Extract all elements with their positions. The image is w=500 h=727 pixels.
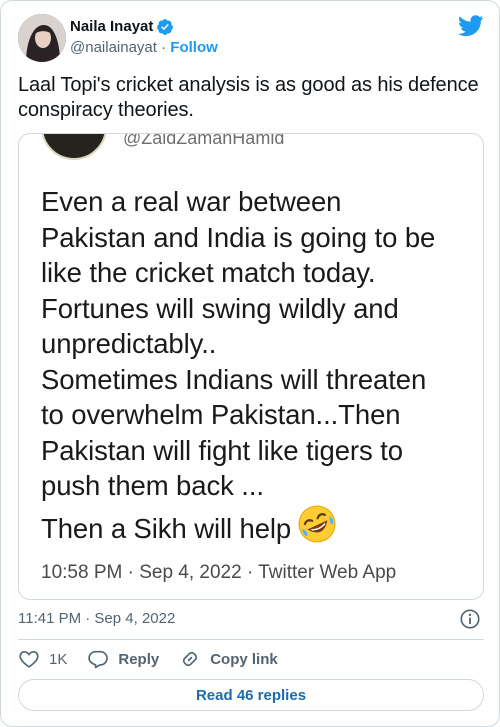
copy-link-label: Copy link [210,650,278,668]
author-name-text[interactable]: Naila Inayat [70,17,153,37]
tweet-card: Naila Inayat @nailainayat · Follow Laal … [0,0,500,727]
embedded-line: unpredictably.. [41,328,217,359]
embedded-line: Then a Sikh will help [41,512,292,544]
read-replies-button[interactable]: Read 46 replies [18,679,484,711]
follow-button[interactable]: Follow [170,39,218,56]
embedded-meta: 10:58 PM · Sep 4, 2022 · Twitter Web App [41,562,397,583]
tweet-header: Naila Inayat @nailainayat · Follow [18,13,484,63]
author-names: Naila Inayat @nailainayat · Follow [70,17,218,58]
like-button[interactable]: 1K [18,648,67,670]
divider [18,639,484,640]
tweet-timestamp[interactable]: 11:41 PM · Sep 4, 2022 [18,609,175,629]
action-bar: 1K Reply Copy link [18,648,298,670]
link-icon [183,651,198,667]
embedded-line: Fortunes will swing wildly and [41,292,399,324]
like-count: 1K [49,650,68,668]
author-display-name[interactable]: Naila Inayat [70,17,174,37]
rolling-laughing-emoji-icon [298,505,336,542]
embedded-tweet-text: Even a real war between Pakistan and Ind… [41,184,481,546]
author-avatar[interactable] [18,14,66,62]
tweet-image[interactable]: @ZaidZamanHamid Even a real war between … [18,133,484,600]
embedded-line: Pakistan will fight like tigers to [41,434,403,466]
read-replies-label: Read 46 replies [195,686,307,704]
tweet-text: Laal Topi's cricket analysis is as good … [18,74,479,121]
embedded-line: Even a real war between [41,186,342,217]
verified-badge-icon [157,19,174,35]
embedded-line: Pakistan and India is going to be [41,221,436,253]
embedded-line: push them back ... [41,470,264,501]
author-handle-row: @nailainayat · Follow [70,38,218,58]
embedded-avatar [41,134,107,160]
separator-dot: · [161,39,167,56]
embedded-line: like the cricket match today. [41,257,376,288]
embedded-line: to overwhelm Pakistan...Then [41,399,401,430]
reply-icon [88,650,109,669]
heart-icon [19,651,39,668]
embedded-line-last: Then a Sikh will help [41,504,481,547]
author-handle[interactable]: @nailainayat [70,39,157,56]
info-icon[interactable] [459,608,481,630]
reply-button[interactable]: Reply [87,648,159,670]
reply-label: Reply [118,650,160,668]
copy-link-button[interactable]: Copy link [179,648,278,670]
embedded-line: Sometimes Indians will threaten [41,363,427,395]
embedded-handle: @ZaidZamanHamid [123,133,285,148]
twitter-bird-icon[interactable] [458,15,484,37]
